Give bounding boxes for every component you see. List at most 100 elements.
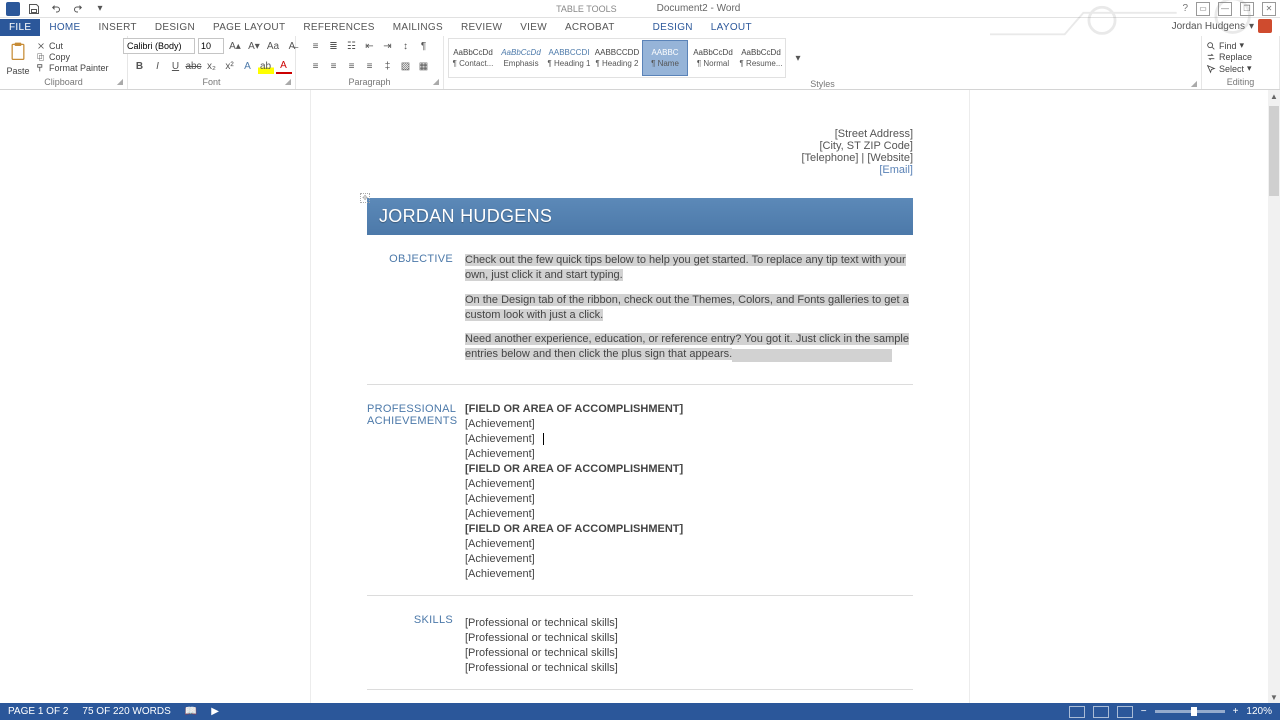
accomplishment-field-3[interactable]: [FIELD OR AREA OF ACCOMPLISHMENT] xyxy=(465,523,913,535)
accomplishment-field-2[interactable]: [FIELD OR AREA OF ACCOMPLISHMENT] xyxy=(465,463,913,475)
font-size-input[interactable] xyxy=(198,38,224,54)
page-indicator[interactable]: PAGE 1 OF 2 xyxy=(8,706,68,717)
word-count[interactable]: 75 OF 220 WORDS xyxy=(82,706,170,717)
bold-button[interactable]: B xyxy=(132,58,148,74)
align-left-icon[interactable]: ≡ xyxy=(308,58,324,74)
clipboard-launcher-icon[interactable]: ◢ xyxy=(117,77,123,86)
paragraph-launcher-icon[interactable]: ◢ xyxy=(433,77,439,86)
show-marks-icon[interactable]: ¶ xyxy=(416,38,432,54)
achievement-item[interactable]: [Achievement] xyxy=(465,508,913,520)
text-effects-icon[interactable]: A xyxy=(240,58,256,74)
qat-customize-icon[interactable]: ▾ xyxy=(92,1,108,17)
tab-insert[interactable]: INSERT xyxy=(90,19,146,36)
zoom-out-icon[interactable]: − xyxy=(1141,706,1147,717)
address-block[interactable]: [Street Address] [City, ST ZIP Code] [Te… xyxy=(802,128,914,176)
multilevel-list-icon[interactable]: ☷ xyxy=(344,38,360,54)
style-swatch[interactable]: AABBCCDD¶ Heading 2 xyxy=(594,40,640,76)
style-swatch[interactable]: AABBCCDI¶ Heading 1 xyxy=(546,40,592,76)
styles-more-icon[interactable]: ▾ xyxy=(790,50,806,66)
tab-view[interactable]: VIEW xyxy=(511,19,556,36)
style-swatch[interactable]: AaBbCcDd¶ Normal xyxy=(690,40,736,76)
copy-button[interactable]: Copy xyxy=(36,52,109,62)
replace-button[interactable]: Replace xyxy=(1206,52,1252,62)
achievement-item[interactable]: [Achievement] xyxy=(465,538,913,550)
superscript-button[interactable]: x² xyxy=(222,58,238,74)
style-swatch[interactable]: AaBbCcDd¶ Contact... xyxy=(450,40,496,76)
zoom-in-icon[interactable]: + xyxy=(1233,706,1239,717)
macro-icon[interactable]: ▶ xyxy=(211,706,219,717)
font-color-icon[interactable]: A xyxy=(276,58,292,74)
print-layout-icon[interactable] xyxy=(1093,706,1109,718)
line-spacing-icon[interactable]: ‡ xyxy=(380,58,396,74)
skills-heading[interactable]: SKILLS xyxy=(367,614,465,677)
achievement-item[interactable]: [Achievement] xyxy=(465,433,913,445)
tab-design[interactable]: DESIGN xyxy=(146,19,204,36)
subscript-button[interactable]: x₂ xyxy=(204,58,220,74)
cut-button[interactable]: Cut xyxy=(36,41,109,51)
italic-button[interactable]: I xyxy=(150,58,166,74)
professional-heading[interactable]: PROFESSIONALACHIEVEMENTS xyxy=(367,403,465,583)
font-launcher-icon[interactable]: ◢ xyxy=(285,77,291,86)
skill-item[interactable]: [Professional or technical skills] xyxy=(465,647,913,659)
accomplishment-field-1[interactable]: [FIELD OR AREA OF ACCOMPLISHMENT] xyxy=(465,403,913,415)
grow-font-icon[interactable]: A▴ xyxy=(227,38,243,54)
spellcheck-icon[interactable]: 📖 xyxy=(185,706,197,717)
decrease-indent-icon[interactable]: ⇤ xyxy=(362,38,378,54)
tab-table-design[interactable]: DESIGN xyxy=(644,19,702,36)
scroll-thumb[interactable] xyxy=(1269,106,1279,196)
name-heading[interactable]: JORDAN HUDGENS xyxy=(367,198,913,235)
skill-item[interactable]: [Professional or technical skills] xyxy=(465,662,913,674)
shrink-font-icon[interactable]: A▾ xyxy=(246,38,262,54)
achievement-item[interactable]: [Achievement] xyxy=(465,553,913,565)
highlight-icon[interactable]: ab xyxy=(258,58,274,74)
objective-heading[interactable]: OBJECTIVE xyxy=(367,253,465,372)
bullets-icon[interactable]: ≡ xyxy=(308,38,324,54)
tab-file[interactable]: FILE xyxy=(0,19,40,36)
numbering-icon[interactable]: ≣ xyxy=(326,38,342,54)
undo-icon[interactable] xyxy=(48,1,64,17)
font-name-input[interactable] xyxy=(123,38,195,54)
strikethrough-button[interactable]: abc xyxy=(186,58,202,74)
increase-indent-icon[interactable]: ⇥ xyxy=(380,38,396,54)
page[interactable]: [Street Address] [City, ST ZIP Code] [Te… xyxy=(310,90,970,703)
objective-p2[interactable]: On the Design tab of the ribbon, check o… xyxy=(465,294,909,321)
skill-item[interactable]: [Professional or technical skills] xyxy=(465,632,913,644)
telephone-website[interactable]: [Telephone] | [Website] xyxy=(802,152,914,164)
read-mode-icon[interactable] xyxy=(1069,706,1085,718)
tab-references[interactable]: REFERENCES xyxy=(294,19,383,36)
format-painter-button[interactable]: Format Painter xyxy=(36,63,109,73)
paste-button[interactable]: Paste xyxy=(4,38,32,76)
achievement-item[interactable]: [Achievement] xyxy=(465,493,913,505)
shading-icon[interactable]: ▨ xyxy=(398,58,414,74)
styles-gallery[interactable]: AaBbCcDd¶ Contact...AaBbCcDdEmphasisAABB… xyxy=(448,38,786,78)
achievement-item[interactable]: [Achievement] xyxy=(465,478,913,490)
scroll-up-icon[interactable]: ▲ xyxy=(1268,90,1280,102)
save-icon[interactable] xyxy=(26,1,42,17)
achievement-item[interactable]: [Achievement] xyxy=(465,418,913,430)
scroll-down-icon[interactable]: ▼ xyxy=(1268,691,1280,703)
tab-table-layout[interactable]: LAYOUT xyxy=(702,19,761,36)
objective-p1[interactable]: Check out the few quick tips below to he… xyxy=(465,254,906,281)
zoom-level[interactable]: 120% xyxy=(1246,706,1272,717)
tab-mailings[interactable]: MAILINGS xyxy=(384,19,452,36)
vertical-scrollbar[interactable]: ▲ ▼ xyxy=(1268,90,1280,703)
tab-review[interactable]: REVIEW xyxy=(452,19,511,36)
redo-icon[interactable] xyxy=(70,1,86,17)
change-case-icon[interactable]: Aa xyxy=(265,38,281,54)
underline-button[interactable]: U xyxy=(168,58,184,74)
achievement-item[interactable]: [Achievement] xyxy=(465,448,913,460)
city-zip[interactable]: [City, ST ZIP Code] xyxy=(802,140,914,152)
align-center-icon[interactable]: ≡ xyxy=(326,58,342,74)
achievement-item[interactable]: [Achievement] xyxy=(465,568,913,580)
tab-home[interactable]: HOME xyxy=(40,19,89,36)
justify-icon[interactable]: ≡ xyxy=(362,58,378,74)
tab-acrobat[interactable]: ACROBAT xyxy=(556,19,624,36)
align-right-icon[interactable]: ≡ xyxy=(344,58,360,74)
style-swatch[interactable]: AaBbCcDdEmphasis xyxy=(498,40,544,76)
styles-launcher-icon[interactable]: ◢ xyxy=(1191,79,1197,88)
zoom-slider[interactable] xyxy=(1155,710,1225,713)
street-address[interactable]: [Street Address] xyxy=(802,128,914,140)
borders-icon[interactable]: ▦ xyxy=(416,58,432,74)
style-swatch[interactable]: AABBC¶ Name xyxy=(642,40,688,76)
skill-item[interactable]: [Professional or technical skills] xyxy=(465,617,913,629)
